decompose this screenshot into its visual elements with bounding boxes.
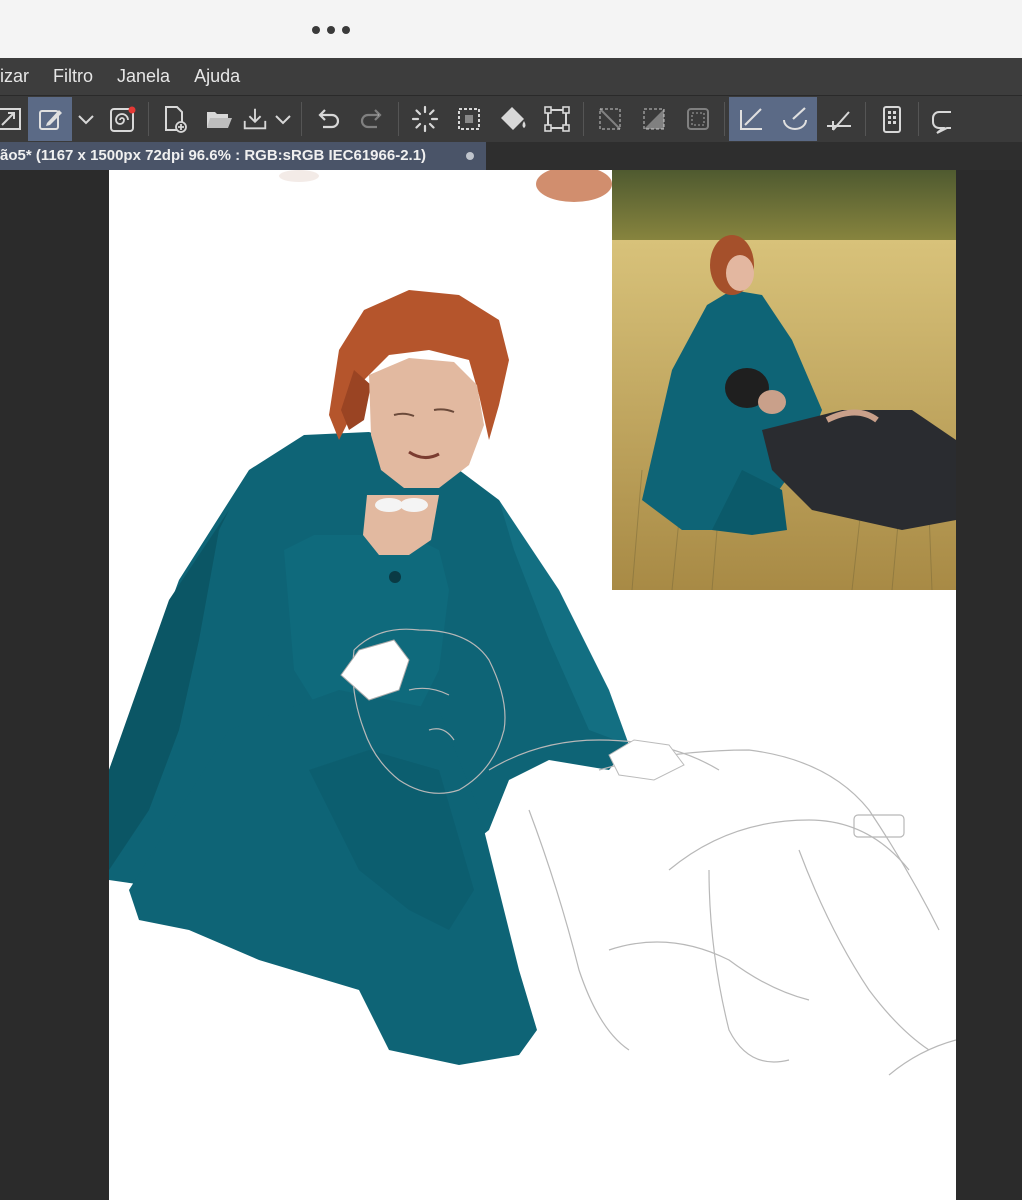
fill-icon (501, 107, 526, 130)
unsaved-dot-icon[interactable] (466, 152, 474, 160)
transform-button[interactable] (535, 97, 579, 141)
snap-to-grid-button[interactable] (817, 97, 861, 141)
document-tab-bar: ão5* (1167 x 1500px 72dpi 96.6% : RGB:sR… (0, 142, 1022, 170)
toolbar-separator (865, 102, 866, 136)
new-file-icon (165, 106, 187, 133)
ruler-snap-icon (740, 108, 762, 130)
select-all-icon (458, 108, 480, 130)
edit-mode-button[interactable] (28, 97, 72, 141)
select-all-button[interactable] (447, 97, 491, 141)
menu-bar: izar Filtro Janela Ajuda (0, 58, 1022, 96)
tablet-icon (883, 106, 901, 133)
reference-photo (612, 170, 956, 590)
brush-snap-icon (783, 107, 807, 130)
toolbar-separator (583, 102, 584, 136)
menu-item-visualizar[interactable]: izar (0, 58, 41, 95)
document-tab[interactable]: ão5* (1167 x 1500px 72dpi 96.6% : RGB:sR… (0, 142, 486, 170)
new-file-button[interactable] (153, 97, 197, 141)
canvas-area[interactable] (0, 170, 1022, 1200)
system-top-bar (0, 0, 1022, 58)
selection-border-button[interactable] (676, 97, 720, 141)
selection-border-icon (687, 108, 709, 130)
fill-button[interactable] (491, 97, 535, 141)
redo-button[interactable] (350, 97, 394, 141)
speech-bubble-icon (932, 111, 951, 134)
dot (342, 26, 350, 34)
dot (312, 26, 320, 34)
transform-icon (544, 106, 570, 132)
toolbar-separator (148, 102, 149, 136)
menu-item-ajuda[interactable]: Ajuda (182, 58, 252, 95)
export-icon (243, 108, 267, 130)
comments-button[interactable] (923, 97, 951, 141)
toolbar-separator (301, 102, 302, 136)
redo-icon (360, 109, 382, 129)
toolbar-separator (398, 102, 399, 136)
spiral-button[interactable] (100, 97, 144, 141)
edit-icon (39, 110, 62, 130)
export-button[interactable] (241, 97, 269, 141)
undo-button[interactable] (306, 97, 350, 141)
export-dropdown-button[interactable] (269, 97, 297, 141)
undo-icon (318, 109, 340, 129)
dot (327, 26, 335, 34)
snap-to-ruler-button[interactable] (729, 97, 773, 141)
document-tab-title: ão5* (1167 x 1500px 72dpi 96.6% : RGB:sR… (0, 147, 427, 164)
device-button[interactable] (870, 97, 914, 141)
resize-icon (0, 108, 21, 130)
menu-item-janela[interactable]: Janela (105, 58, 182, 95)
deselect-icon (599, 108, 621, 130)
toolbar-separator (918, 102, 919, 136)
invert-selection-button[interactable] (632, 97, 676, 141)
menu-item-filtro[interactable]: Filtro (41, 58, 105, 95)
chevron-down-icon (78, 115, 94, 125)
loading-button[interactable] (403, 97, 447, 141)
deselect-button[interactable] (588, 97, 632, 141)
more-horizontal-icon[interactable] (312, 22, 362, 38)
spiral-icon (110, 106, 136, 132)
open-folder-icon (207, 112, 232, 128)
spinner-icon (411, 105, 439, 133)
chevron-down-icon (275, 115, 291, 125)
guide-snap-icon (827, 111, 851, 131)
edit-dropdown-button[interactable] (72, 97, 100, 141)
snap-to-special-ruler-button[interactable] (773, 97, 817, 141)
open-file-button[interactable] (197, 97, 241, 141)
resize-button[interactable] (0, 97, 28, 141)
invert-selection-icon (643, 108, 665, 130)
toolbar-separator (724, 102, 725, 136)
reference-image (612, 170, 956, 590)
command-toolbar (0, 96, 1022, 142)
